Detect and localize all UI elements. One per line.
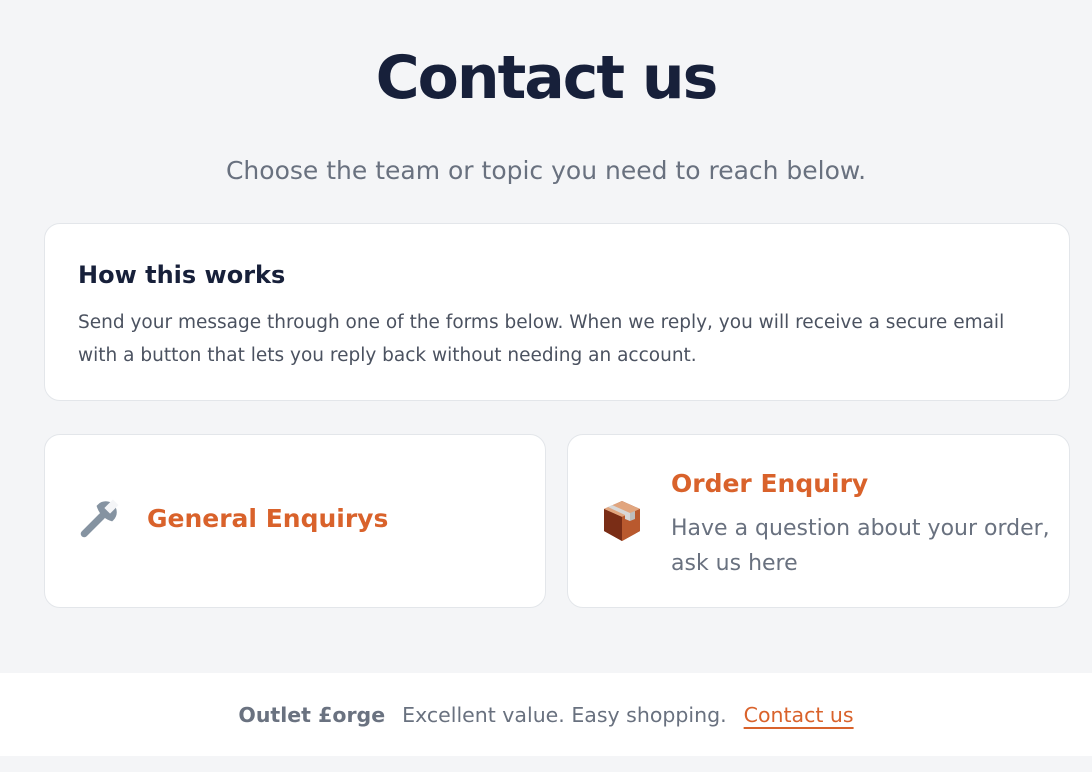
footer-tagline: Excellent value. Easy shopping. <box>402 702 727 727</box>
footer-contact-link[interactable]: Contact us <box>744 703 854 727</box>
page-subtitle: Choose the team or topic you need to rea… <box>225 156 867 185</box>
wrench-icon <box>73 495 123 545</box>
footer-brand: Outlet £orge <box>238 702 386 727</box>
contact-page: Contact us Choose the team or topic you … <box>0 0 1092 772</box>
general-enquiry-card[interactable]: General Enquirys <box>44 434 546 608</box>
page-title: Contact us <box>375 43 719 113</box>
order-enquiry-title: Order Enquiry <box>671 469 869 498</box>
package-icon <box>600 495 650 545</box>
how-it-works-heading: How this works <box>78 261 286 289</box>
order-enquiry-card[interactable]: Order Enquiry Have a question about your… <box>567 434 1070 608</box>
order-enquiry-description: Have a question about your order, ask us… <box>671 516 1050 576</box>
how-it-works-card: How this works Send your message through… <box>44 223 1070 401</box>
footer: Outlet £orge Excellent value. Easy shopp… <box>0 673 1092 756</box>
general-enquiry-title: General Enquirys <box>147 504 389 533</box>
how-it-works-text: Send your message through one of the for… <box>78 312 1005 366</box>
